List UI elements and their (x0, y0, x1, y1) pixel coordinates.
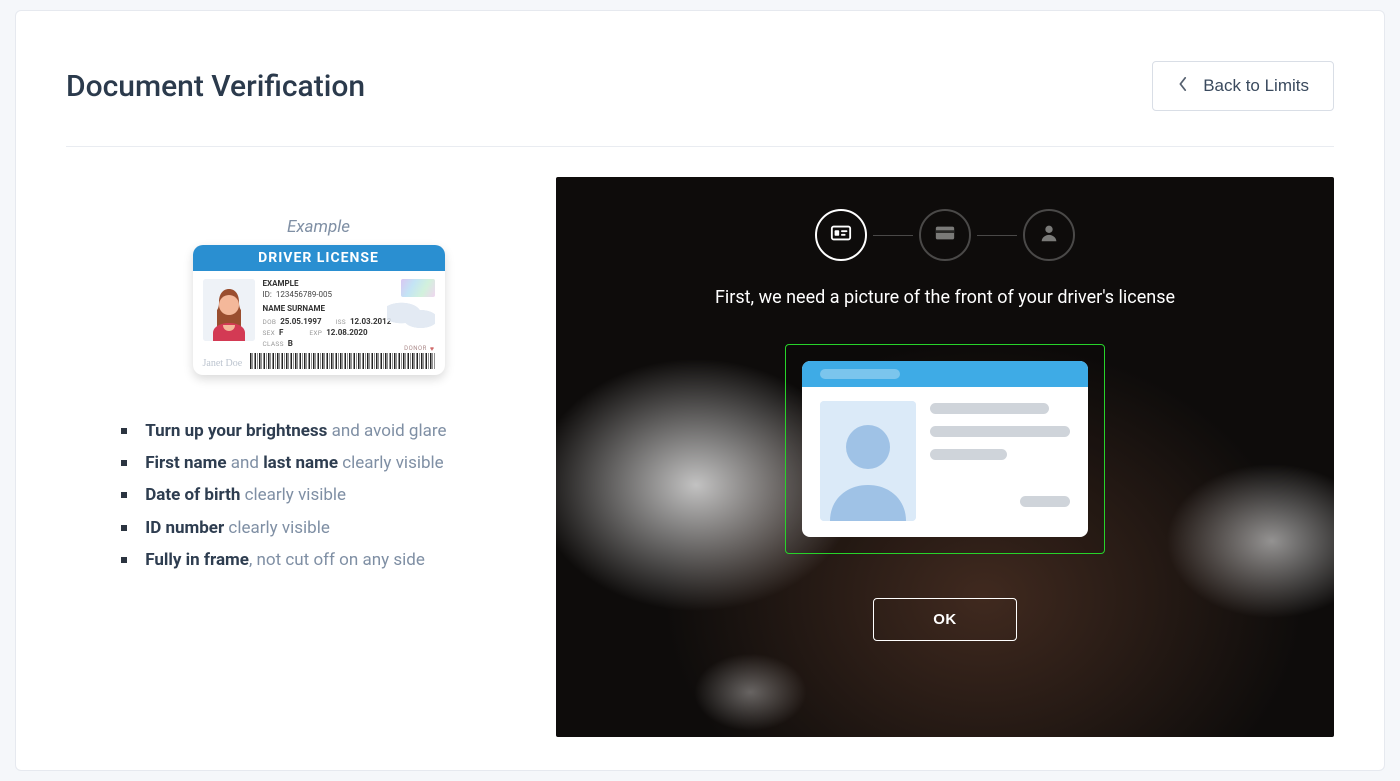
camera-capture-panel: First, we need a picture of the front of… (556, 177, 1334, 737)
example-license-body: DONOR ♥ (193, 271, 445, 375)
dob-value: 25.05.1997 (280, 317, 321, 328)
guideline-text: and (227, 453, 264, 473)
id-card-back-icon (934, 222, 956, 248)
sex-label: SEX (263, 329, 276, 338)
guidelines-list: Turn up your brightness and avoid glare … (121, 415, 516, 576)
example-caption: Example (189, 217, 449, 237)
iss-value: 12.03.2012 (350, 317, 391, 328)
content-row: Example DRIVER LICENSE DONOR ♥ (66, 177, 1334, 737)
id-card-placeholder-lines (930, 401, 1070, 521)
guideline-strong: last name (263, 453, 338, 473)
signature: Janet Doe (203, 358, 243, 369)
id-card-placeholder (802, 361, 1088, 537)
step-selfie (1023, 209, 1075, 261)
step-connector (873, 235, 913, 236)
back-button-label: Back to Limits (1203, 76, 1309, 96)
ok-button[interactable]: OK (873, 598, 1017, 641)
capture-instruction: First, we need a picture of the front of… (556, 287, 1334, 308)
guideline-strong: First name (145, 453, 226, 473)
id-value: 123456789-005 (276, 290, 332, 301)
chevron-left-icon (1177, 76, 1189, 96)
heart-icon: ♥ (430, 345, 435, 353)
person-icon (1038, 222, 1060, 248)
id-card-front-icon (830, 222, 852, 248)
class-label: CLASS (263, 340, 284, 349)
example-license-title: DRIVER LICENSE (193, 245, 445, 271)
barcode-icon (250, 353, 434, 369)
guideline-text: and avoid glare (327, 421, 446, 441)
guideline-text: clearly visible (338, 453, 444, 473)
guideline-text: clearly visible (240, 485, 346, 505)
back-to-limits-button[interactable]: Back to Limits (1152, 61, 1334, 111)
step-id-back (919, 209, 971, 261)
guideline-text: clearly visible (224, 518, 330, 538)
capture-target-frame (785, 344, 1105, 554)
sex-value: F (279, 328, 283, 339)
page-title: Document Verification (66, 69, 365, 104)
donor-badge: DONOR ♥ (404, 345, 434, 353)
step-indicator (556, 177, 1334, 261)
step-id-front (815, 209, 867, 261)
guideline-strong: Fully in frame (145, 550, 249, 570)
id-card-placeholder-photo (820, 401, 916, 521)
guidelines-column: Example DRIVER LICENSE DONOR ♥ (66, 177, 516, 737)
guideline-strong: Turn up your brightness (145, 421, 327, 441)
example-license-photo (203, 279, 255, 341)
step-connector (977, 235, 1017, 236)
list-item: ID number clearly visible (121, 512, 516, 544)
iss-label: ISS (336, 318, 346, 327)
guideline-strong: Date of birth (145, 485, 240, 505)
dob-label: DOB (263, 318, 277, 327)
id-card-placeholder-header (802, 361, 1088, 387)
list-item: Fully in frame, not cut off on any side (121, 544, 516, 576)
id-label: ID: (263, 290, 272, 301)
guideline-text: , not cut off on any side (249, 550, 425, 570)
guideline-strong: ID number (145, 518, 224, 538)
list-item: Date of birth clearly visible (121, 479, 516, 511)
donor-label: DONOR (404, 345, 427, 352)
list-item: Turn up your brightness and avoid glare (121, 415, 516, 447)
class-value: B (288, 339, 293, 350)
exp-label: EXP (309, 329, 322, 338)
list-item: First name and last name clearly visible (121, 447, 516, 479)
worldmap-icon (387, 301, 435, 331)
exp-value: 12.08.2020 (326, 328, 367, 339)
capture-column: First, we need a picture of the front of… (556, 177, 1334, 737)
hologram-icon (401, 279, 435, 297)
header-row: Document Verification Back to Limits (66, 61, 1334, 147)
example-license-card: DRIVER LICENSE DONOR ♥ (193, 245, 445, 375)
verification-card: Document Verification Back to Limits Exa… (15, 10, 1385, 771)
